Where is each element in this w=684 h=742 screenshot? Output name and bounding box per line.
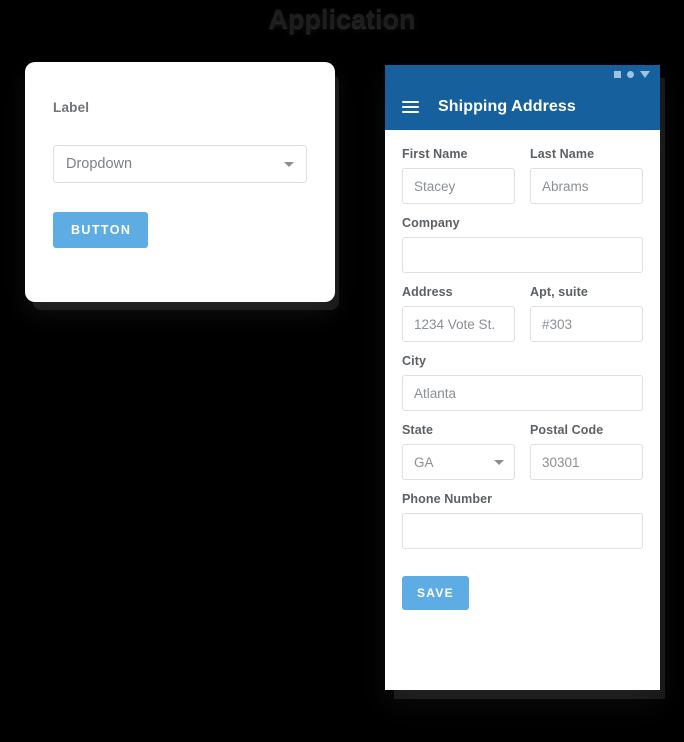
dropdown-selected-value: Dropdown [66,156,133,172]
first-name-input[interactable]: Stacey [402,168,515,204]
square-icon [614,71,621,78]
field-apt-suite: Apt, suite #303 [530,285,643,342]
field-label: Company [402,216,460,230]
apt-suite-input[interactable]: #303 [530,306,643,342]
circle-icon [627,71,634,78]
dropdown-label: Label [53,100,90,115]
form-row: State GA Postal Code 30301 [402,423,643,492]
field-label: Last Name [530,147,595,161]
page-title: Application [268,4,416,34]
form-row: First Name Stacey Last Name Abrams [402,147,643,216]
form-row: Address 1234 Vote St. Apt, suite #303 [402,285,643,354]
input-value: GA [414,454,434,470]
field-label: Phone Number [402,492,493,506]
phone-number-input[interactable] [402,513,643,549]
field-postal-code: Postal Code 30301 [530,423,643,480]
field-company: Company [402,216,643,273]
company-input[interactable] [402,237,643,273]
chevron-down-icon [494,460,504,465]
input-value: Atlanta [414,385,457,401]
input-value: #303 [542,316,573,332]
state-dropdown[interactable]: GA [402,444,515,480]
appbar-row: Shipping Address [385,84,660,130]
field-first-name: First Name Stacey [402,147,515,204]
field-phone-number: Phone Number [402,492,643,549]
desktop-card: Label Dropdown BUTTON [25,62,335,302]
shipping-address-form: First Name Stacey Last Name Abrams Compa… [385,130,660,630]
status-bar [614,71,650,78]
field-label: State [402,423,434,437]
field-label: Apt, suite [530,285,588,299]
field-label: Postal Code [530,423,604,437]
desktop-card-body: Label Dropdown BUTTON [25,62,335,248]
field-last-name: Last Name Abrams [530,147,643,204]
field-city: City Atlanta [402,354,643,411]
field-label: First Name [402,147,468,161]
triangle-down-icon [640,71,650,78]
chevron-down-icon [284,162,294,167]
phone-appbar: Shipping Address [385,65,660,130]
phone-mockup: Shipping Address First Name Stacey Last … [385,65,660,690]
save-button[interactable]: SAVE [402,576,469,610]
postal-code-input[interactable]: 30301 [530,444,643,480]
address-input[interactable]: 1234 Vote St. [402,306,515,342]
dropdown-select[interactable]: Dropdown [53,145,307,183]
input-value: 1234 Vote St. [414,316,496,332]
input-value: 30301 [542,454,580,470]
primary-button[interactable]: BUTTON [53,212,149,248]
city-input[interactable]: Atlanta [402,375,643,411]
field-label: Address [402,285,453,299]
field-label: City [402,354,427,368]
field-address: Address 1234 Vote St. [402,285,515,342]
last-name-input[interactable]: Abrams [530,168,643,204]
input-value: Abrams [542,178,589,194]
appbar-title: Shipping Address [438,98,576,115]
field-state: State GA [402,423,515,480]
input-value: Stacey [414,178,456,194]
hamburger-menu-icon[interactable] [402,101,419,113]
